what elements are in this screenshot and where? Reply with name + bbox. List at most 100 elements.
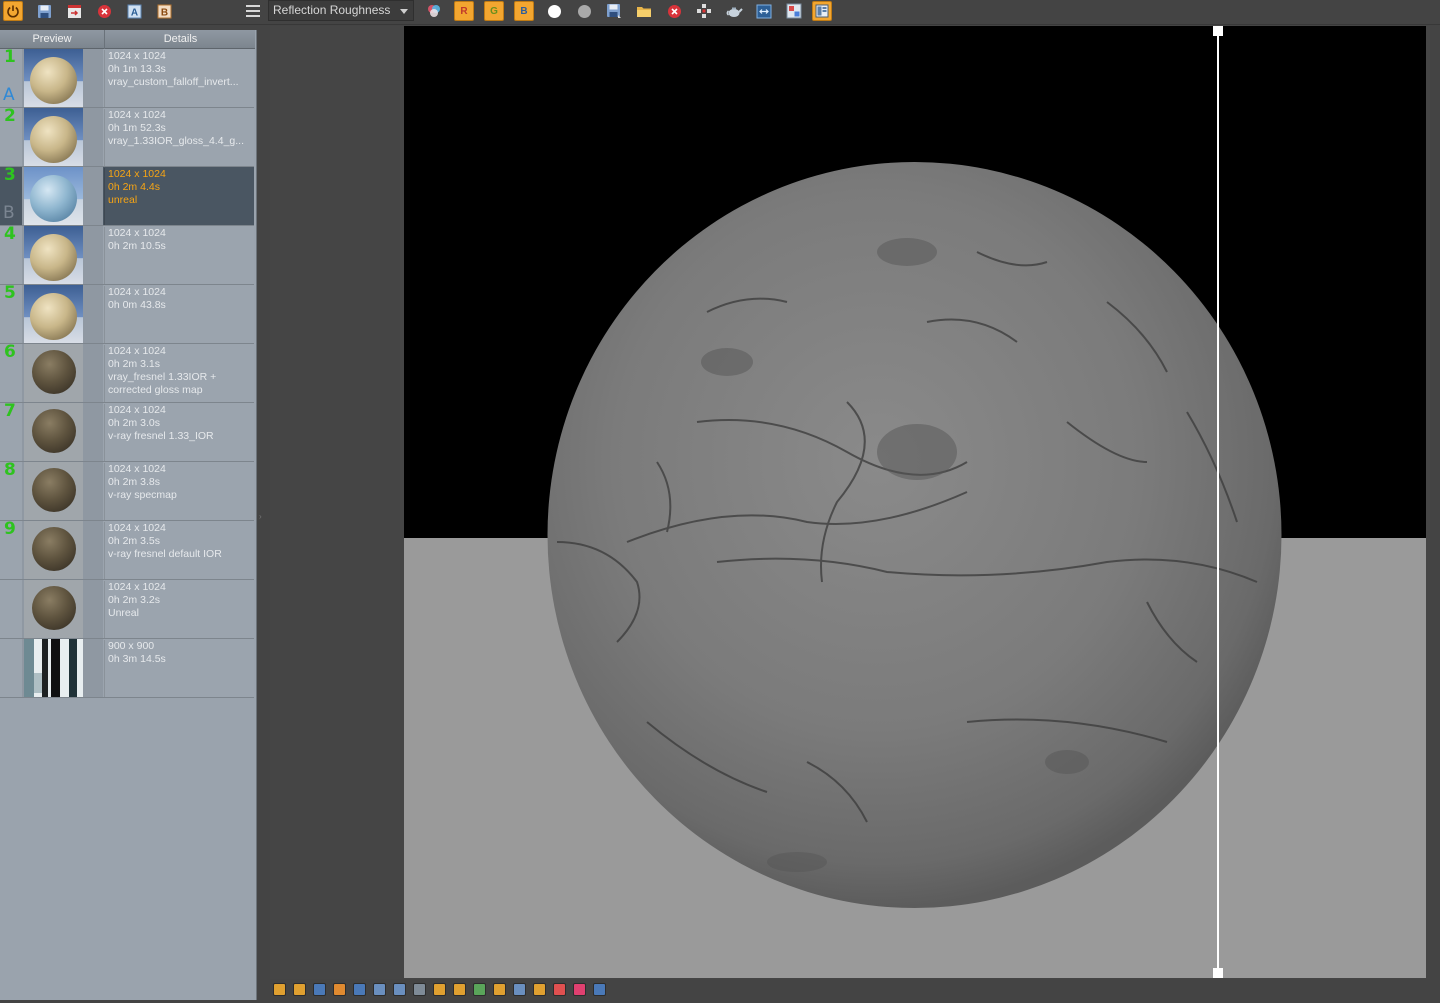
stereo-icon[interactable] — [513, 983, 526, 996]
region-render-button[interactable] — [754, 1, 774, 21]
close-circle-icon — [667, 4, 681, 18]
clear-image-button[interactable] — [664, 1, 684, 21]
history-row[interactable]: 1 A 1024 x 1024 0h 1m 13.3s vray_custom_fall… — [0, 47, 254, 108]
render-thumbnail[interactable] — [24, 167, 83, 225]
render-time: 0h 1m 13.3s — [108, 63, 166, 75]
render-note: vray_fresnel 1.33IOR + — [108, 371, 217, 383]
render-time: 0h 2m 3.2s — [108, 594, 160, 606]
history-icon[interactable] — [293, 983, 306, 996]
open-button[interactable] — [634, 1, 654, 21]
info-icon[interactable] — [313, 983, 326, 996]
history-row[interactable]: 1024 x 1024 0h 2m 3.2s Unreal — [0, 580, 254, 639]
history-row[interactable]: 2 1024 x 1024 0h 1m 52.3s vray_1.33IOR_glos… — [0, 106, 254, 167]
render-thumbnail[interactable] — [24, 344, 83, 402]
channel-dropdown[interactable]: Reflection Roughness — [268, 0, 414, 21]
lens-effects-icon[interactable] — [453, 983, 466, 996]
power-button[interactable] — [3, 1, 23, 21]
render-thumbnail[interactable] — [24, 521, 83, 579]
b-letter-icon: B — [520, 5, 528, 17]
render-note: v-ray fresnel 1.33_IOR — [108, 430, 214, 442]
color-channels-button[interactable] — [424, 1, 444, 21]
history-row[interactable]: 7 1024 x 1024 0h 2m 3.0s v-ray fresnel 1.33… — [0, 401, 254, 462]
svg-text:B: B — [160, 7, 167, 18]
save-image-button[interactable] — [34, 1, 54, 21]
color-corrections-icon[interactable] — [333, 983, 346, 996]
render-resolution: 1024 x 1024 — [108, 522, 166, 534]
render-details: 900 x 900 0h 3m 14.5s — [104, 640, 252, 697]
split-icon[interactable] — [573, 983, 586, 996]
lut-icon[interactable] — [433, 983, 446, 996]
thumbnail-sphere — [32, 409, 76, 453]
render-time: 0h 2m 3.8s — [108, 476, 160, 488]
render-thumbnail[interactable] — [24, 285, 83, 343]
render-resolution: 1024 x 1024 — [108, 404, 166, 416]
history-row[interactable]: 6 1024 x 1024 0h 2m 3.1s vray_fresnel 1.33I… — [0, 342, 254, 403]
fit-icon[interactable] — [553, 983, 566, 996]
svg-text:A: A — [130, 7, 137, 18]
thumbnail-sphere — [30, 175, 77, 222]
render-time: 0h 3m 14.5s — [108, 653, 166, 665]
render-thumbnail[interactable] — [24, 49, 83, 107]
render-time: 0h 1m 52.3s — [108, 122, 166, 134]
teapot-icon — [726, 7, 743, 17]
render-details: 1024 x 1024 0h 2m 3.5s v-ray fresnel defau… — [104, 522, 252, 579]
blue-channel-button[interactable]: B — [514, 1, 534, 21]
render-details: 1024 x 1024 0h 2m 4.4s unreal — [104, 168, 252, 225]
track-mouse-button[interactable] — [694, 1, 714, 21]
render-button[interactable] — [724, 1, 744, 21]
divider-bottom-handle[interactable] — [1213, 968, 1223, 978]
region-icon — [756, 4, 772, 18]
panel-resize-handle[interactable]: › — [259, 512, 262, 521]
exposure-icon[interactable] — [413, 983, 426, 996]
hamburger-menu-icon[interactable] — [246, 5, 260, 17]
power-icon — [7, 5, 19, 18]
levels-icon[interactable] — [373, 983, 386, 996]
rendered-image[interactable] — [404, 26, 1426, 978]
history-row[interactable]: 9 1024 x 1024 0h 2m 3.5s v-ray fresnel defa… — [0, 519, 254, 580]
set-a-button[interactable]: A — [124, 1, 144, 21]
compare-icon — [786, 3, 802, 19]
g-letter-icon: G — [490, 5, 498, 17]
history-row[interactable]: 5 1024 x 1024 0h 0m 43.8s — [0, 283, 254, 344]
compare-ab-button[interactable] — [784, 1, 804, 21]
window-icon[interactable] — [273, 983, 286, 996]
clear-button[interactable] — [94, 1, 114, 21]
red-channel-button[interactable]: R — [454, 1, 474, 21]
frame-buffer-viewport[interactable] — [270, 26, 1430, 979]
render-note: vray_1.33IOR_gloss_4.4_g... — [108, 135, 244, 147]
set-b-button[interactable]: B — [154, 1, 174, 21]
render-note: v-ray fresnel default IOR — [108, 548, 222, 560]
history-row[interactable]: 3 B 1024 x 1024 0h 2m 4.4s unreal — [0, 165, 254, 226]
render-time: 0h 0m 43.8s — [108, 299, 166, 311]
details-column-header[interactable]: Details — [104, 30, 256, 49]
render-thumbnail[interactable] — [24, 108, 83, 166]
white-alpha-button[interactable] — [544, 1, 564, 21]
history-row[interactable]: 8 1024 x 1024 0h 2m 3.8s v-ray specmap — [0, 460, 254, 521]
render-note: corrected gloss map — [108, 384, 203, 396]
render-thumbnail[interactable] — [24, 403, 83, 461]
render-thumbnail[interactable] — [24, 580, 83, 638]
render-resolution: 1024 x 1024 — [108, 345, 166, 357]
history-index: 4 — [4, 224, 16, 244]
history-button[interactable] — [812, 1, 832, 21]
green-channel-button[interactable]: G — [484, 1, 504, 21]
mono-button[interactable] — [574, 1, 594, 21]
bloom-icon[interactable] — [473, 983, 486, 996]
render-note: Unreal — [108, 607, 139, 619]
divider-top-handle[interactable] — [1213, 26, 1223, 36]
render-thumbnail[interactable] — [24, 639, 83, 697]
history-row[interactable]: 4 1024 x 1024 0h 2m 10.5s — [0, 224, 254, 285]
ocio-icon[interactable] — [533, 983, 546, 996]
history-list: 1 A 1024 x 1024 0h 1m 13.3s vray_custom_fall… — [0, 47, 255, 698]
display-icon[interactable] — [493, 983, 506, 996]
ab-compare-divider[interactable] — [1217, 30, 1219, 974]
render-thumbnail[interactable] — [24, 462, 83, 520]
hsl-icon[interactable] — [353, 983, 366, 996]
history-row[interactable]: 900 x 900 0h 3m 14.5s — [0, 639, 254, 698]
curve-icon[interactable] — [393, 983, 406, 996]
save-button[interactable] — [604, 1, 624, 21]
render-thumbnail[interactable] — [24, 226, 83, 284]
region-icon[interactable] — [593, 983, 606, 996]
close-circle-icon — [97, 4, 111, 18]
save-all-button[interactable] — [64, 1, 84, 21]
